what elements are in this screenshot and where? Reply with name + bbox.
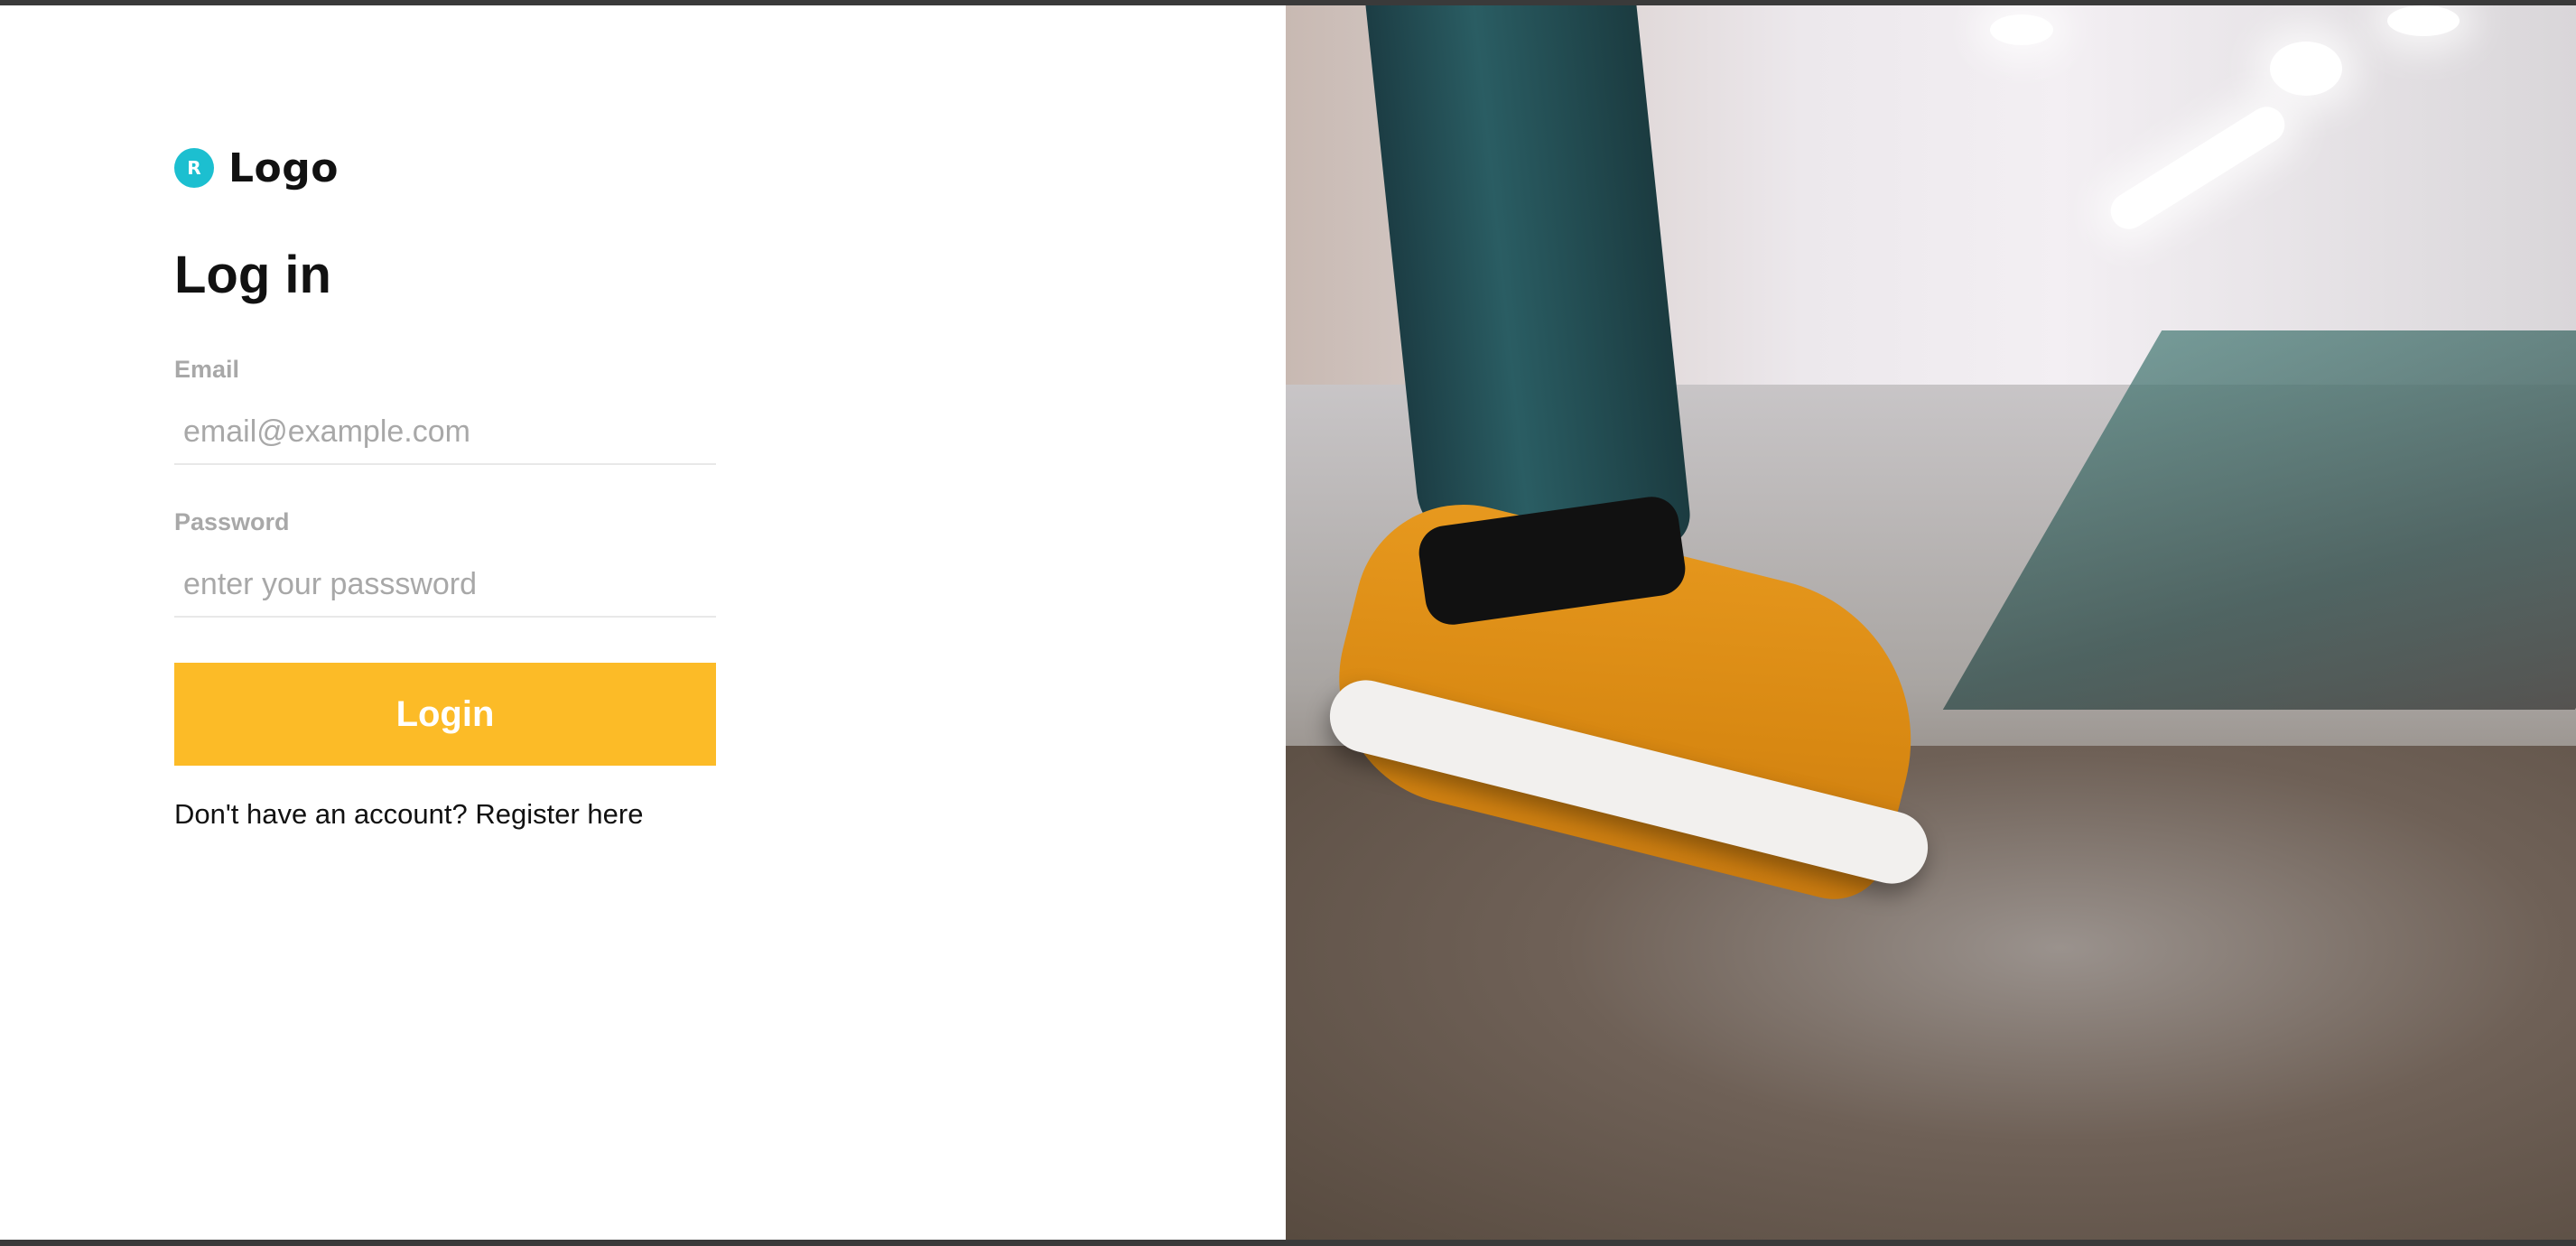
- hero-background-floor: [1286, 746, 2576, 1240]
- password-field-wrapper: [174, 560, 725, 618]
- email-input[interactable]: [174, 407, 725, 456]
- login-page: R Logo Log in Email Password Login Don't…: [0, 5, 2576, 1240]
- jeans-shape: [1365, 5, 1694, 547]
- login-button[interactable]: Login: [174, 663, 716, 766]
- register-prompt: Don't have an account? Register here: [174, 798, 716, 831]
- login-form: R Logo Log in Email Password Login Don't…: [174, 141, 725, 831]
- register-link[interactable]: Don't have an account? Register here: [174, 798, 643, 830]
- password-input[interactable]: [174, 560, 725, 609]
- page-title: Log in: [174, 246, 331, 304]
- ceiling-light-icon: [2270, 42, 2342, 96]
- brand-logo[interactable]: R Logo: [174, 141, 716, 195]
- hero-background-track: [1942, 330, 2576, 710]
- email-field-wrapper: [174, 407, 725, 465]
- email-label: Email: [174, 356, 240, 383]
- ceiling-light-icon: [1990, 14, 2053, 45]
- ceiling-light-icon: [2387, 5, 2460, 36]
- logo-badge-icon: R: [174, 148, 214, 188]
- login-panel: R Logo Log in Email Password Login Don't…: [0, 5, 1286, 1240]
- logo-text: Logo: [228, 144, 339, 191]
- password-label: Password: [174, 508, 290, 535]
- hero-image: [1286, 5, 2576, 1240]
